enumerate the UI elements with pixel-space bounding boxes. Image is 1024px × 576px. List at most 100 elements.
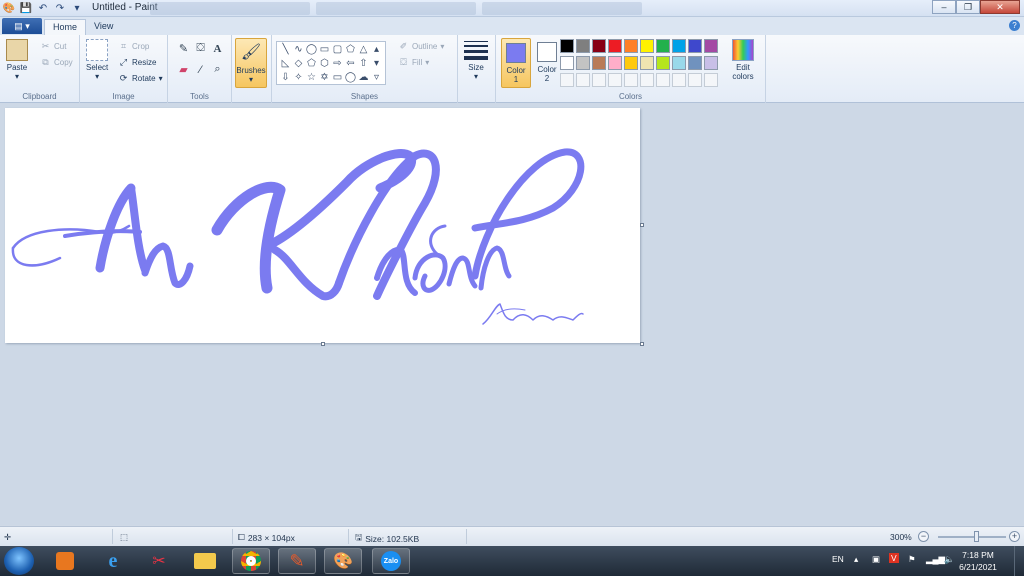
line-shape-icon[interactable]: ╲ [279, 43, 292, 57]
resize-handle-bottom[interactable] [321, 342, 325, 346]
palette-swatch[interactable] [688, 56, 702, 70]
save-icon[interactable]: 💾 [19, 1, 33, 15]
palette-swatch[interactable] [704, 39, 718, 53]
palette-swatch[interactable] [608, 56, 622, 70]
media-player-app-icon[interactable] [46, 548, 84, 574]
antivirus-tray-icon[interactable]: V [889, 553, 899, 563]
right-arrow-shape-icon[interactable]: ⇨ [331, 57, 344, 71]
copy-button[interactable]: ⧉ Copy [40, 57, 72, 68]
network-signal-icon[interactable]: ▂▄▆ [926, 554, 945, 565]
zoom-slider-thumb[interactable] [974, 531, 979, 542]
magnifier-icon[interactable]: ⌕ [210, 62, 225, 77]
snipping-tool-icon[interactable]: ✂ [140, 548, 178, 574]
brushes-button[interactable]: 🖌 Brushes ▾ [235, 38, 267, 88]
color2-button[interactable]: Color 2 [532, 38, 562, 88]
left-arrow-shape-icon[interactable]: ⇦ [344, 57, 357, 71]
rounded-rectangle-shape-icon[interactable]: ▢ [331, 43, 344, 57]
color-picker-icon[interactable]: ⁄ [193, 62, 208, 77]
palette-swatch[interactable] [624, 56, 638, 70]
maximize-button[interactable]: ❐ [956, 0, 980, 14]
up-arrow-shape-icon[interactable]: ⇧ [357, 57, 370, 71]
custom-color-slot[interactable] [576, 73, 590, 87]
language-indicator[interactable]: EN [832, 554, 844, 564]
custom-color-slot[interactable] [688, 73, 702, 87]
color1-button[interactable]: Color 1 [501, 38, 531, 88]
outline-button[interactable]: ✐ Outline ▾ [398, 41, 445, 52]
show-desktop-button[interactable] [1014, 546, 1024, 576]
palette-swatch[interactable] [560, 56, 574, 70]
custom-color-slot[interactable] [592, 73, 606, 87]
cut-button[interactable]: ✂ Cut [40, 41, 67, 52]
custom-color-slot[interactable] [608, 73, 622, 87]
resize-handle-corner[interactable] [640, 342, 644, 346]
custom-color-slot[interactable] [704, 73, 718, 87]
minimize-button[interactable]: – [932, 0, 956, 14]
zoom-slider-track[interactable] [938, 536, 1006, 538]
gallery-scroll-down-icon[interactable]: ▾ [370, 57, 383, 71]
palette-swatch[interactable] [592, 56, 606, 70]
resize-handle-right[interactable] [640, 223, 644, 227]
diamond-shape-icon[interactable]: ◇ [292, 57, 305, 71]
palette-swatch[interactable] [704, 56, 718, 70]
five-point-star-shape-icon[interactable]: ☆ [305, 71, 318, 85]
select-button[interactable]: Select ▾ [86, 39, 108, 81]
palette-swatch[interactable] [560, 39, 574, 53]
tray-app-icon[interactable]: ▣ [872, 554, 880, 565]
rectangle-shape-icon[interactable]: ▭ [318, 43, 331, 57]
file-menu-button[interactable]: ▤ ▾ [2, 18, 42, 34]
drawing-canvas[interactable] [5, 108, 640, 343]
eraser-icon[interactable]: ▰ [176, 62, 191, 77]
callout-rect-shape-icon[interactable]: ▭ [331, 71, 344, 85]
triangle-shape-icon[interactable]: △ [357, 43, 370, 57]
file-explorer-icon[interactable] [186, 548, 224, 574]
custom-color-slot[interactable] [624, 73, 638, 87]
palette-swatch[interactable] [688, 39, 702, 53]
down-arrow-shape-icon[interactable]: ⇩ [279, 71, 292, 85]
palette-swatch[interactable] [592, 39, 606, 53]
gallery-scroll-up-icon[interactable]: ▴ [370, 43, 383, 57]
palette-swatch[interactable] [672, 39, 686, 53]
pencil-icon[interactable]: ✎ [176, 41, 191, 56]
size-button[interactable]: Size ▾ [464, 39, 488, 81]
callout-oval-shape-icon[interactable]: ◯ [344, 71, 357, 85]
system-clock[interactable]: 7:18 PM 6/21/2021 [956, 549, 1000, 573]
custom-color-slot[interactable] [656, 73, 670, 87]
palette-swatch[interactable] [672, 56, 686, 70]
resize-button[interactable]: ⤢ Resize [118, 57, 157, 68]
palette-swatch[interactable] [624, 39, 638, 53]
polygon-shape-icon[interactable]: ⬠ [344, 43, 357, 57]
redo-icon[interactable]: ↷ [53, 1, 67, 15]
fill-button[interactable]: ⛋ Fill ▾ [398, 57, 429, 68]
custom-color-slot[interactable] [672, 73, 686, 87]
oval-shape-icon[interactable]: ◯ [305, 43, 318, 57]
cloud-shape-icon[interactable]: ☁ [357, 71, 370, 85]
chrome-app-icon[interactable] [232, 548, 270, 574]
palette-swatch[interactable] [656, 56, 670, 70]
tab-home[interactable]: Home [44, 19, 87, 35]
crop-button[interactable]: ⌗ Crop [118, 41, 149, 52]
rotate-button[interactable]: ⟳ Rotate ▾ [118, 73, 163, 84]
zoom-in-button[interactable]: + [1009, 531, 1020, 542]
start-button[interactable] [4, 547, 34, 575]
palette-swatch[interactable] [576, 56, 590, 70]
palette-swatch[interactable] [576, 39, 590, 53]
palette-swatch[interactable] [640, 39, 654, 53]
gallery-expand-icon[interactable]: ▿ [370, 71, 383, 85]
edit-colors-button[interactable]: Edit colors [732, 39, 754, 81]
hexagon-shape-icon[interactable]: ⬡ [318, 57, 331, 71]
four-point-star-shape-icon[interactable]: ✧ [292, 71, 305, 85]
palette-swatch[interactable] [608, 39, 622, 53]
close-button[interactable]: ✕ [980, 0, 1020, 14]
show-hidden-icons-icon[interactable]: ▴ [854, 554, 858, 565]
paste-button[interactable]: Paste ▾ [6, 39, 28, 81]
pentagon-shape-icon[interactable]: ⬠ [305, 57, 318, 71]
tab-view[interactable]: View [86, 19, 121, 35]
zoom-out-button[interactable]: − [918, 531, 929, 542]
help-icon[interactable]: ? [1009, 20, 1020, 31]
pencil-app-icon[interactable]: ✎ [278, 548, 316, 574]
palette-swatch[interactable] [656, 39, 670, 53]
text-tool-icon[interactable]: A [210, 41, 225, 56]
internet-explorer-icon[interactable]: e [94, 548, 132, 574]
custom-color-slot[interactable] [560, 73, 574, 87]
action-center-icon[interactable]: ⚑ [908, 554, 916, 565]
